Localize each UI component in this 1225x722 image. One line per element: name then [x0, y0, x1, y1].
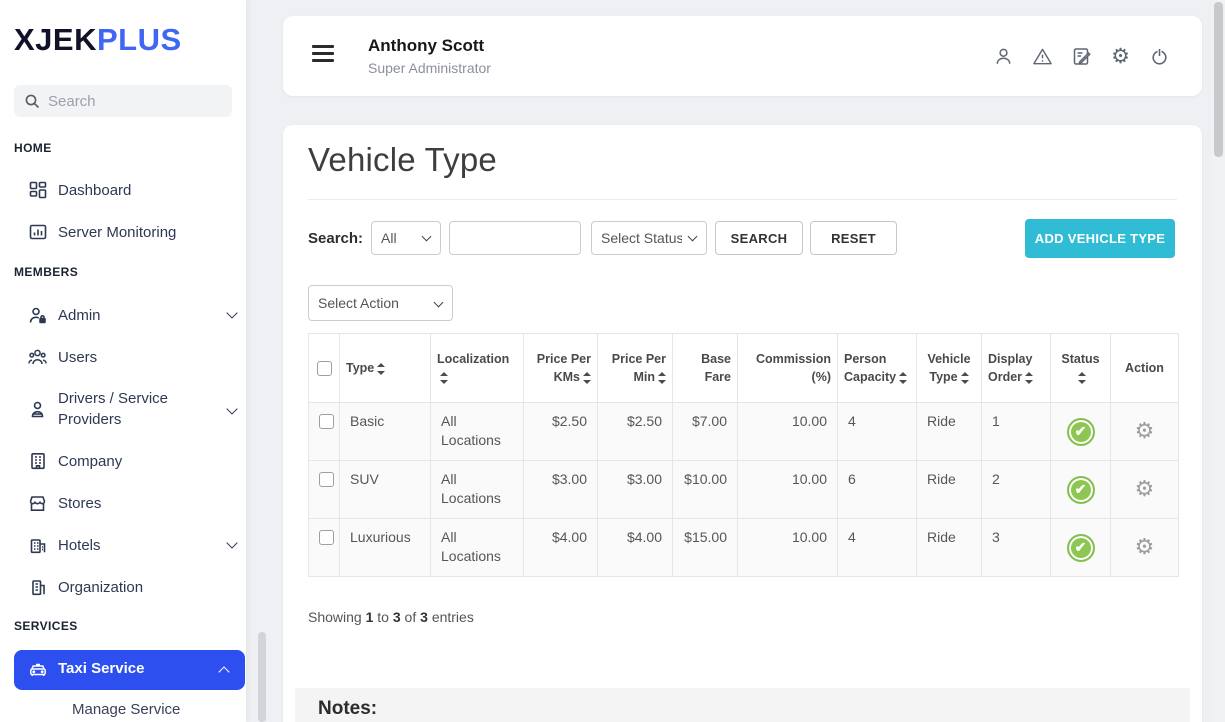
page-scrollbar[interactable]	[1212, 0, 1225, 722]
sidebar-item-stores[interactable]: Stores	[0, 489, 246, 517]
vehicle-type-panel: Vehicle Type Search: All Select Status S…	[283, 125, 1202, 722]
organization-building-icon	[28, 578, 47, 597]
row-checkbox[interactable]	[319, 530, 334, 545]
notes-title: Notes:	[318, 698, 377, 720]
entries-summary: Showing 1 to 3 of 3 entries	[308, 609, 474, 625]
sort-icon	[377, 363, 385, 375]
sidebar-item-server-monitoring[interactable]: Server Monitoring	[0, 218, 246, 246]
col-person-capacity[interactable]: Person Capacity	[838, 334, 917, 403]
top-header: Anthony Scott Super Administrator ⚙	[283, 16, 1202, 96]
table-row: Luxurious All Locations $4.00 $4.00 $15.…	[309, 519, 1179, 577]
title-divider	[308, 199, 1177, 200]
col-vehicle-type[interactable]: Vehicle Type	[917, 334, 982, 403]
bulk-action-select[interactable]: Select Action	[308, 285, 453, 321]
sidebar-item-users[interactable]: Users	[0, 343, 246, 371]
sidebar-subitem-manage-service[interactable]: Manage Service	[72, 701, 180, 718]
sidebar-scrollbar-thumb[interactable]	[258, 632, 266, 722]
select-all-checkbox[interactable]	[317, 361, 332, 376]
user-role: Super Administrator	[368, 60, 491, 76]
sort-icon	[440, 372, 448, 384]
hotel-building-icon	[28, 536, 47, 555]
sidebar-search[interactable]	[14, 85, 232, 117]
search-button[interactable]: SEARCH	[715, 221, 803, 255]
notes-section: Notes:	[295, 688, 1190, 722]
search-label: Search:	[308, 222, 363, 256]
sidebar-item-drivers[interactable]: Drivers / ServiceProviders	[0, 388, 246, 430]
report-edit-icon[interactable]	[1071, 46, 1092, 67]
status-active-icon[interactable]: ✔	[1067, 534, 1095, 562]
chevron-down-icon	[226, 403, 237, 414]
col-action: Action	[1111, 334, 1179, 403]
section-label-services: SERVICES	[14, 619, 78, 633]
sidebar-item-company[interactable]: Company	[0, 447, 246, 475]
keyword-input[interactable]	[449, 221, 581, 255]
sidebar: XJEKPLUS HOME Dashboard Server Monitorin…	[0, 0, 246, 722]
table-row: Basic All Locations $2.50 $2.50 $7.00 10…	[309, 403, 1179, 461]
column-filter-select-wrap: All	[371, 221, 441, 255]
col-price-per-min[interactable]: Price Per Min	[598, 334, 673, 403]
add-vehicle-type-button[interactable]: ADD VEHICLE TYPE	[1025, 219, 1175, 258]
chevron-down-icon	[226, 307, 237, 318]
chevron-up-icon	[218, 666, 229, 677]
dashboard-icon	[28, 181, 47, 200]
row-checkbox[interactable]	[319, 472, 334, 487]
taxi-icon	[28, 660, 48, 680]
page-scrollbar-thumb[interactable]	[1214, 2, 1223, 157]
row-action-gear-button[interactable]: ⚙	[1135, 421, 1155, 443]
user-name: Anthony Scott	[368, 36, 484, 56]
gear-icon: ⚙	[1135, 477, 1155, 502]
monitoring-chart-icon	[28, 223, 47, 242]
action-select-wrap: Select Action	[308, 285, 453, 321]
sidebar-item-taxi-service[interactable]: Taxi Service	[14, 650, 245, 690]
sidebar-item-dashboard[interactable]: Dashboard	[0, 176, 246, 204]
gear-icon: ⚙	[1135, 419, 1155, 444]
col-type[interactable]: Type	[340, 334, 431, 403]
driver-person-icon	[28, 400, 47, 419]
chevron-down-icon	[226, 537, 237, 548]
col-base-fare: Base Fare	[673, 334, 738, 403]
app-logo[interactable]: XJEKPLUS	[14, 22, 182, 58]
row-action-gear-button[interactable]: ⚙	[1135, 537, 1155, 559]
col-commission: Commission (%)	[738, 334, 838, 403]
col-price-per-kms[interactable]: Price Per KMs	[524, 334, 598, 403]
table-header-row: Type Localization Price Per KMs Price Pe…	[309, 334, 1179, 403]
page-title: Vehicle Type	[308, 141, 497, 179]
users-group-icon	[28, 348, 47, 367]
alert-triangle-icon[interactable]	[1032, 46, 1053, 67]
sidebar-item-organization[interactable]: Organization	[0, 573, 246, 601]
gear-icon: ⚙	[1135, 535, 1155, 560]
sort-icon	[658, 372, 666, 384]
storefront-icon	[28, 494, 47, 513]
row-checkbox[interactable]	[319, 414, 334, 429]
sort-icon	[583, 372, 591, 384]
vehicle-type-table: Type Localization Price Per KMs Price Pe…	[308, 333, 1179, 577]
sidebar-item-admin[interactable]: Admin	[0, 301, 246, 329]
table-row: SUV All Locations $3.00 $3.00 $10.00 10.…	[309, 461, 1179, 519]
col-localization[interactable]: Localization	[431, 334, 524, 403]
sidebar-item-hotels[interactable]: Hotels	[0, 531, 246, 559]
column-filter-select[interactable]: All	[371, 221, 441, 255]
profile-icon[interactable]	[993, 46, 1014, 67]
col-display-order[interactable]: Display Order	[982, 334, 1051, 403]
status-filter-select-wrap: Select Status	[591, 221, 707, 255]
sort-icon	[1078, 372, 1086, 384]
reset-button[interactable]: RESET	[810, 221, 897, 255]
admin-lock-icon	[28, 306, 47, 325]
section-label-home: HOME	[14, 141, 52, 155]
status-active-icon[interactable]: ✔	[1067, 476, 1095, 504]
sidebar-search-input[interactable]	[48, 93, 208, 110]
row-action-gear-button[interactable]: ⚙	[1135, 479, 1155, 501]
section-label-members: MEMBERS	[14, 265, 78, 279]
power-icon[interactable]	[1149, 46, 1170, 67]
col-status[interactable]: Status	[1051, 334, 1111, 403]
sort-icon	[899, 372, 907, 384]
sort-icon	[961, 372, 969, 384]
search-icon	[24, 93, 40, 109]
menu-toggle-icon[interactable]	[312, 45, 336, 63]
status-active-icon[interactable]: ✔	[1067, 418, 1095, 446]
status-filter-select[interactable]: Select Status	[591, 221, 707, 255]
company-building-icon	[28, 452, 47, 471]
gear-icon[interactable]: ⚙	[1110, 46, 1131, 67]
sort-icon	[1025, 372, 1033, 384]
